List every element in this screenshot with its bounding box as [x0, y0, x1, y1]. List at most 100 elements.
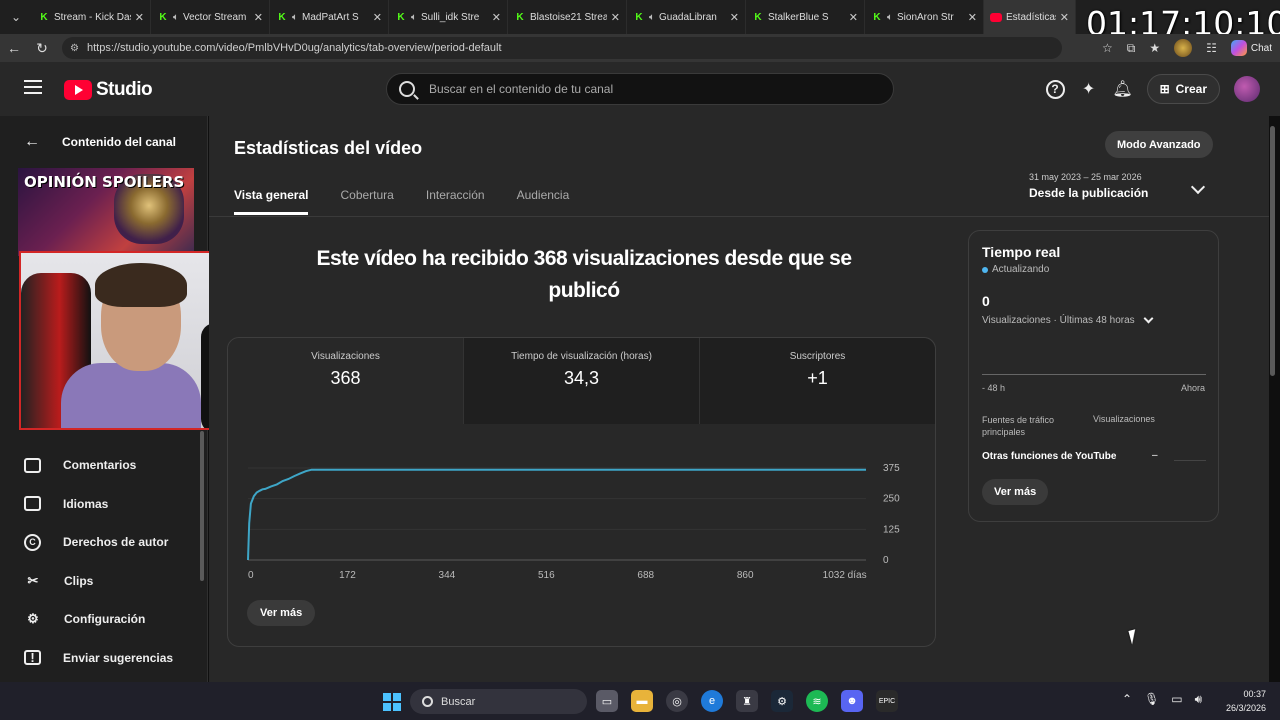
metric-value: 368 [330, 368, 361, 388]
browser-tab[interactable]: K Stream - Kick Das ✕ [32, 0, 151, 34]
tab-list-chevron-icon[interactable]: ⌄ [0, 0, 32, 34]
discord-icon[interactable]: ☻ [841, 690, 863, 712]
close-icon[interactable]: ✕ [1060, 11, 1069, 24]
tab-audiencia[interactable]: Audiencia [517, 188, 570, 215]
tray-chevron-icon[interactable]: ⌃ [1122, 692, 1132, 707]
metric-card[interactable]: Suscriptores +1 [700, 338, 935, 424]
task-view-icon[interactable]: ▭ [596, 690, 618, 712]
url-field[interactable]: ⚙ https://studio.youtube.com/video/PmlbV… [62, 37, 1062, 59]
close-icon[interactable]: ✕ [373, 11, 382, 24]
main-scrollbar[interactable] [1270, 126, 1275, 376]
back-icon[interactable]: ← [0, 40, 28, 56]
traffic-sources-header: Fuentes de tráfico principales [982, 415, 1055, 437]
tab-muted-speaker-icon[interactable]: 🔈︎ [887, 12, 893, 23]
studio-logo[interactable]: Studio [64, 79, 153, 101]
browser-tab-title: Blastoise21 Stream [530, 11, 607, 23]
url-text: https://studio.youtube.com/video/PmlbVHv… [86, 42, 502, 54]
spotify-icon[interactable]: ≋ [806, 690, 828, 712]
browser-tab[interactable]: Estadísticas del v ✕ [984, 0, 1076, 34]
realtime-range-selector[interactable]: Visualizaciones · Últimas 48 horas [982, 313, 1154, 326]
back-to-channel-content[interactable]: ← Contenido del canal [24, 133, 176, 151]
tab-vista-general[interactable]: Vista general [234, 188, 309, 215]
gear-icon: ⚙ [27, 611, 39, 627]
help-icon[interactable]: ? [1045, 79, 1065, 99]
browser-tab[interactable]: K 🔈︎ SionAron Str ✕ [865, 0, 984, 34]
close-icon[interactable]: ✕ [611, 11, 620, 24]
metric-card[interactable]: Visualizaciones 368 [228, 338, 464, 424]
tab-interacción[interactable]: Interacción [426, 188, 485, 215]
site-info-icon[interactable]: ⚙ [70, 43, 79, 54]
main-content: Estadísticas del vídeo Modo Avanzado Vis… [209, 116, 1275, 682]
browser-tab[interactable]: K 🔈︎ Vector Stream ✕ [151, 0, 270, 34]
game-icon[interactable]: ♜ [736, 690, 758, 712]
feedback-icon: ! [24, 650, 41, 666]
chevron-down-icon[interactable] [1190, 179, 1206, 195]
advanced-mode-button[interactable]: Modo Avanzado [1105, 131, 1213, 158]
sidebar-item-configuración[interactable]: ⚙ Configuración [0, 600, 200, 639]
video-thumbnail[interactable]: OPINIÓN SPOILERS [18, 168, 194, 256]
realtime-see-more-button[interactable]: Ver más [982, 479, 1049, 505]
edge-icon[interactable]: e [701, 690, 723, 712]
tab-muted-speaker-icon[interactable]: 🔈︎ [411, 12, 417, 23]
close-icon[interactable]: ✕ [492, 11, 501, 24]
realtime-card: Tiempo real Actualizando 0 Visualizacion… [968, 230, 1219, 522]
metric-card[interactable]: Tiempo de visualización (horas) 34,3 [464, 338, 700, 424]
close-icon[interactable]: ✕ [730, 11, 739, 24]
copilot-chat-button[interactable]: Chat [1230, 40, 1272, 56]
tab-muted-speaker-icon[interactable]: 🔈︎ [173, 12, 179, 23]
close-icon[interactable]: ✕ [135, 11, 144, 24]
close-icon[interactable]: ✕ [968, 11, 977, 24]
channel-avatar[interactable] [1234, 76, 1260, 102]
search-input[interactable] [429, 82, 849, 96]
page-title: Estadísticas del vídeo [234, 138, 423, 158]
close-icon[interactable]: ✕ [849, 11, 858, 24]
menu-icon[interactable] [24, 80, 42, 94]
browser-tab[interactable]: K StalkerBlue S ✕ [746, 0, 865, 34]
see-more-button[interactable]: Ver más [247, 600, 316, 626]
sidebar-item-enviar-sugerencias[interactable]: ! Enviar sugerencias [0, 639, 200, 678]
close-icon[interactable]: ✕ [254, 11, 263, 24]
live-dot-icon [982, 266, 988, 273]
tab-cobertura[interactable]: Cobertura [340, 188, 393, 215]
profile-avatar[interactable] [1174, 39, 1193, 57]
browser-tab[interactable]: K 🔈︎ GuadaLibran ✕ [627, 0, 746, 34]
period-selector[interactable]: 31 may 2023 – 25 mar 2026 Desde la publi… [1029, 172, 1148, 200]
reload-icon[interactable]: ↻ [28, 40, 56, 57]
tabs-divider [209, 216, 1269, 217]
wallet-icon[interactable]: ☷ [1206, 41, 1217, 55]
microphone-icon[interactable]: 🎙︎ [1144, 692, 1159, 707]
channel-search-box[interactable] [386, 73, 894, 105]
file-explorer-icon[interactable]: ▬ [631, 690, 653, 712]
sidebar-item-clips[interactable]: ✂ Clips [0, 562, 200, 601]
kick-icon: K [873, 11, 881, 23]
tab-muted-speaker-icon[interactable]: 🔈︎ [292, 12, 298, 23]
sidebar-scrollbar[interactable] [200, 431, 204, 581]
x-tick-label: 688 [637, 570, 654, 581]
browser-tab[interactable]: K Blastoise21 Stream ✕ [508, 0, 627, 34]
tab-muted-speaker-icon[interactable]: 🔈︎ [649, 12, 655, 23]
volume-icon[interactable]: 🔊︎ [1195, 692, 1203, 707]
sidebar-item-derechos-de-autor[interactable]: C Derechos de autor [0, 523, 200, 562]
epic-games-icon[interactable]: EPIC [876, 690, 898, 712]
scissors-icon: ✂ [27, 572, 39, 588]
browser-tab[interactable]: K 🔈︎ MadPatArt S ✕ [270, 0, 389, 34]
taskbar-clock[interactable]: 00:37 26/3/2026 [1222, 687, 1266, 715]
sidebar-item-idiomas[interactable]: Idiomas [0, 485, 200, 524]
x-tick-label: 172 [339, 570, 356, 581]
network-icon[interactable]: ▭ [1171, 692, 1182, 707]
taskbar-search[interactable]: Buscar [410, 689, 587, 714]
chevron-down-icon [1143, 313, 1154, 324]
favorite-star-icon[interactable]: ☆ [1102, 41, 1113, 55]
sidebar-item-comentarios[interactable]: Comentarios [0, 446, 200, 485]
sparkle-icon[interactable]: ✦ [1079, 79, 1099, 99]
bell-icon[interactable]: 🔔︎ [1112, 79, 1132, 99]
obs-icon[interactable]: ◎ [666, 690, 688, 712]
steam-icon[interactable]: ⚙ [771, 690, 793, 712]
views-series-line[interactable] [247, 468, 866, 561]
extensions-icon[interactable]: ⧉ [1127, 41, 1136, 56]
create-button[interactable]: ⊞ Crear [1146, 74, 1220, 104]
browser-tab[interactable]: K 🔈︎ Sulli_idk Stre ✕ [389, 0, 508, 34]
windows-start-icon[interactable] [383, 693, 401, 711]
collections-icon[interactable]: ★ [1149, 41, 1160, 55]
video-camera-icon: ⊞ [1159, 82, 1170, 96]
